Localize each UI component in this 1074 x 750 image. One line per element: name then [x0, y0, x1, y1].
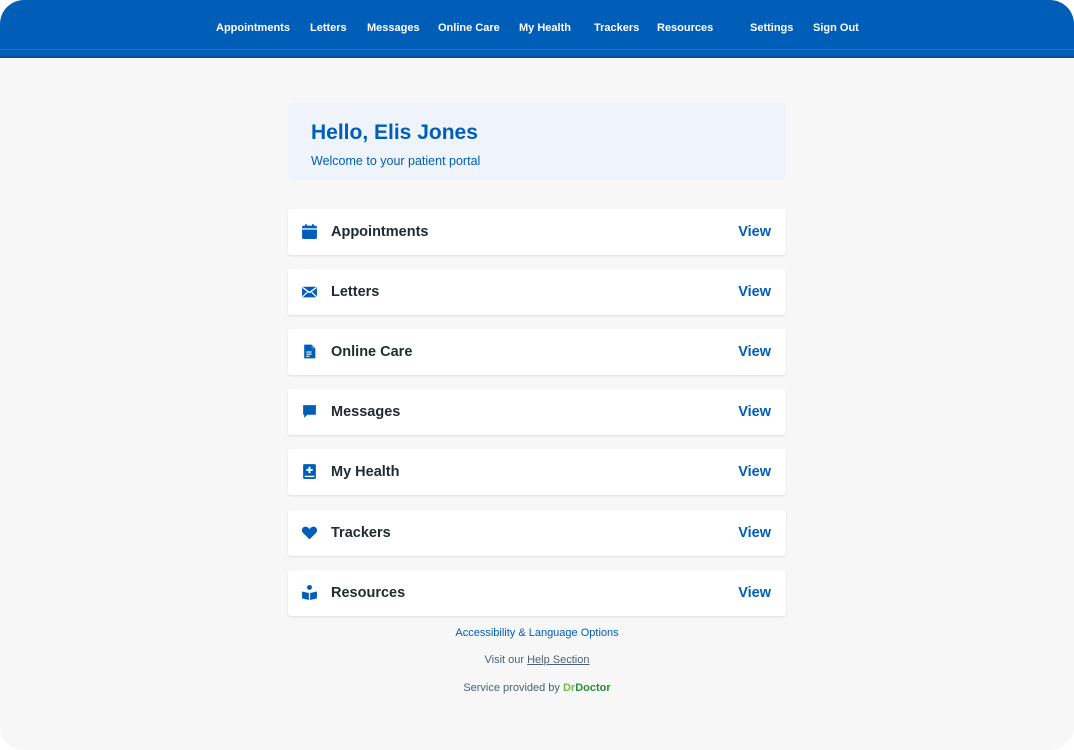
card-letters[interactable]: Letters View	[288, 269, 786, 315]
top-navigation: Appointments Letters Messages Online Car…	[0, 0, 1074, 58]
nav-sign-out[interactable]: Sign Out	[813, 21, 859, 35]
nav-settings[interactable]: Settings	[750, 21, 793, 35]
chat-bubble-icon	[301, 403, 318, 420]
nav-my-health[interactable]: My Health	[519, 21, 571, 35]
reading-person-icon	[301, 584, 318, 601]
document-icon	[301, 343, 318, 360]
nav-divider	[0, 49, 1074, 50]
service-provider-line: Service provided by DrDoctor	[288, 681, 786, 695]
card-online-care[interactable]: Online Care View	[288, 329, 786, 375]
nav-messages[interactable]: Messages	[367, 21, 420, 35]
card-messages[interactable]: Messages View	[288, 389, 786, 435]
provided-prefix: Service provided by	[463, 682, 563, 694]
medical-book-icon	[301, 463, 318, 480]
nav-appointments[interactable]: Appointments	[216, 21, 290, 35]
card-label: My Health	[331, 464, 400, 480]
portal-page: Appointments Letters Messages Online Car…	[0, 0, 1074, 750]
card-label: Resources	[331, 585, 406, 601]
card-label: Appointments	[331, 224, 429, 240]
view-link[interactable]: View	[738, 584, 771, 602]
help-line: Visit our Help Section	[288, 653, 786, 667]
view-link[interactable]: View	[738, 223, 771, 241]
card-appointments[interactable]: Appointments View	[288, 209, 786, 255]
help-prefix: Visit our	[484, 654, 528, 666]
welcome-panel: Hello, Elis Jones Welcome to your patien…	[288, 102, 786, 180]
card-label: Letters	[331, 284, 380, 300]
view-link[interactable]: View	[738, 343, 771, 361]
card-label: Online Care	[331, 344, 413, 360]
greeting-heading: Hello, Elis Jones	[311, 121, 478, 144]
view-link[interactable]: View	[738, 463, 771, 481]
nav-online-care[interactable]: Online Care	[438, 21, 500, 35]
help-section-link[interactable]: Help Section	[527, 654, 589, 666]
view-link[interactable]: View	[738, 283, 771, 301]
view-link[interactable]: View	[738, 524, 771, 542]
brand-logo-dr: Dr	[562, 682, 576, 694]
heart-icon	[301, 524, 318, 541]
accessibility-language-link[interactable]: Accessibility & Language Options	[288, 626, 786, 640]
envelope-icon	[301, 283, 318, 300]
card-label: Messages	[331, 404, 401, 420]
nav-trackers[interactable]: Trackers	[594, 21, 639, 35]
card-trackers[interactable]: Trackers View	[288, 510, 786, 556]
brand-logo-doctor: Doctor	[575, 682, 611, 694]
nav-letters[interactable]: Letters	[310, 21, 347, 35]
view-link[interactable]: View	[738, 403, 771, 421]
card-resources[interactable]: Resources View	[288, 570, 786, 616]
welcome-subtitle: Welcome to your patient portal	[311, 154, 481, 168]
card-my-health[interactable]: My Health View	[288, 449, 786, 495]
card-label: Trackers	[331, 525, 391, 541]
calendar-icon	[301, 223, 318, 240]
nav-resources[interactable]: Resources	[657, 21, 713, 35]
